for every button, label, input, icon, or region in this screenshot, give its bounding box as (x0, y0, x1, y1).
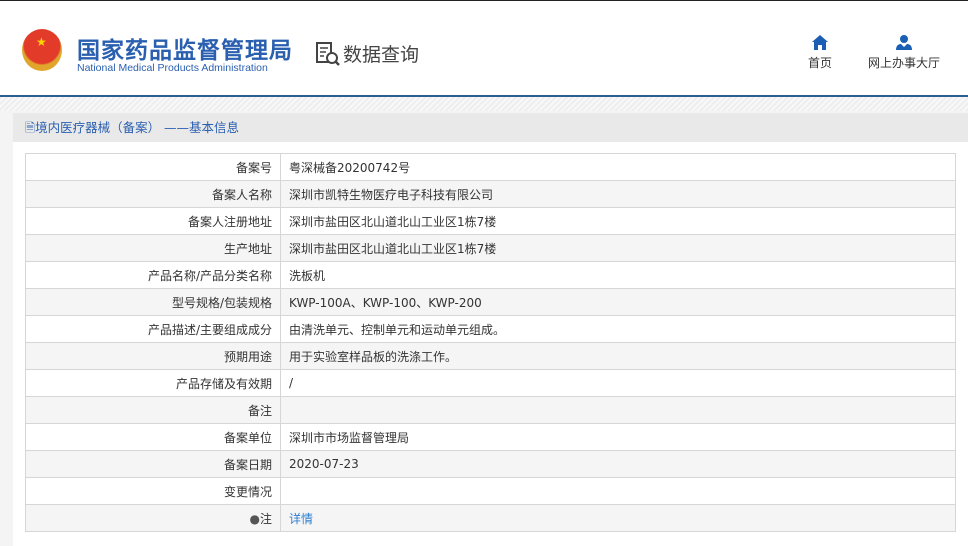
row-value: 详情 (280, 504, 956, 532)
national-emblem-logo: ★ (22, 29, 62, 71)
row-label: 备注 (25, 396, 281, 424)
row-label-text: 注 (259, 511, 272, 526)
home-icon (812, 35, 828, 50)
table-row: 备案号 粤深械备20200742号 (25, 153, 956, 181)
row-label-text: 生产地址 (223, 241, 272, 256)
table-row: 产品存储及有效期 / (25, 369, 956, 397)
data-query-heading: 数据查询 (315, 40, 419, 67)
table-row: 变更情况 (25, 477, 956, 505)
row-value-text: 由清洗单元、控制单元和运动单元组成。 (289, 322, 506, 337)
nav-home-label: 首页 (808, 56, 833, 70)
row-value-text: / (289, 376, 294, 390)
row-label-text: 备案号 (235, 160, 272, 175)
table-row: 备案单位 深圳市市场监督管理局 (25, 423, 956, 451)
row-value: 粤深械备20200742号 (280, 153, 956, 181)
row-label-text: 备案单位 (223, 430, 272, 445)
row-value: 深圳市凯特生物医疗电子科技有限公司 (280, 180, 956, 208)
table-row: 备注 (25, 396, 956, 424)
detail-panel: 🗎境内医疗器械（备案） ——基本信息 备案号 粤深械备20200742号备案人名称… (13, 113, 968, 546)
site-header: ★ 国家药品监督管理局 National Medical Products Ad… (0, 1, 968, 97)
table-row: 产品名称/产品分类名称 洗板机 (25, 261, 956, 289)
row-label: 备案号 (25, 153, 281, 181)
nav-home[interactable]: 首页 (808, 35, 832, 71)
table-row: 型号规格/包装规格 KWP-100A、KWP-100、KWP-200 (25, 288, 956, 316)
row-value-text: 2020-07-23 (289, 457, 359, 471)
row-label: 型号规格/包装规格 (25, 288, 281, 316)
row-label-text: 产品名称/产品分类名称 (147, 268, 272, 283)
row-value: 深圳市盐田区北山道北山工业区1栋7楼 (280, 234, 956, 262)
site-title-en: National Medical Products Administration (77, 62, 268, 74)
detail-table: 备案号 粤深械备20200742号 备案人名称 深圳市凯特生物医疗电子科技有限公司 备案… (25, 153, 956, 532)
row-value: 深圳市盐田区北山道北山工业区1栋7楼 (280, 207, 956, 235)
document-search-icon (316, 41, 340, 66)
row-value: 2020-07-23 (280, 450, 956, 478)
table-row: 预期用途 用于实验室样品板的洗涤工作。 (25, 342, 956, 370)
row-value: 洗板机 (280, 261, 956, 289)
table-row: ●注 详情 (25, 504, 956, 532)
row-label: 产品描述/主要组成成分 (25, 315, 281, 343)
row-label-text: 产品存储及有效期 (175, 376, 272, 391)
panel-title: 🗎境内医疗器械（备案） ——基本信息 (13, 113, 968, 142)
row-label: 备案人注册地址 (25, 207, 281, 235)
row-value (280, 396, 956, 424)
user-icon (896, 35, 912, 50)
table-row: 备案人名称 深圳市凯特生物医疗电子科技有限公司 (25, 180, 956, 208)
row-value-text: 粤深械备20200742号 (289, 160, 411, 175)
pin-icon: ● (249, 511, 260, 526)
table-row: 生产地址 深圳市盐田区北山道北山工业区1栋7楼 (25, 234, 956, 262)
row-label: 预期用途 (25, 342, 281, 370)
nav-online-hall-label: 网上办事大厅 (868, 56, 941, 70)
row-value: KWP-100A、KWP-100、KWP-200 (280, 288, 956, 316)
row-value: / (280, 369, 956, 397)
row-value-text: 深圳市盐田区北山道北山工业区1栋7楼 (289, 214, 497, 229)
row-label-text: 预期用途 (223, 349, 272, 364)
row-label-text: 产品描述/主要组成成分 (147, 322, 272, 337)
row-label: 备案日期 (25, 450, 281, 478)
row-value-text: KWP-100A、KWP-100、KWP-200 (289, 295, 482, 310)
row-label: 备案单位 (25, 423, 281, 451)
row-label-text: 备案日期 (223, 457, 272, 472)
table-row: 备案日期 2020-07-23 (25, 450, 956, 478)
row-value-text: 深圳市市场监督管理局 (289, 430, 410, 445)
row-label-text: 型号规格/包装规格 (171, 295, 272, 310)
table-row: 产品描述/主要组成成分 由清洗单元、控制单元和运动单元组成。 (25, 315, 956, 343)
nav-online-hall[interactable]: 网上办事大厅 (868, 35, 940, 71)
row-value: 由清洗单元、控制单元和运动单元组成。 (280, 315, 956, 343)
row-label: 备案人名称 (25, 180, 281, 208)
row-label: 产品名称/产品分类名称 (25, 261, 281, 289)
row-value-text: 洗板机 (289, 268, 326, 283)
data-query-label: 数据查询 (343, 44, 420, 66)
row-value: 用于实验室样品板的洗涤工作。 (280, 342, 956, 370)
row-label-text: 备案人名称 (211, 187, 272, 202)
document-icon: 🗎 (25, 120, 36, 135)
row-label-text: 变更情况 (223, 484, 272, 499)
row-value-text: 深圳市盐田区北山道北山工业区1栋7楼 (289, 241, 497, 256)
panel-title-text: 境内医疗器械（备案） ——基本信息 (35, 120, 240, 135)
row-value: 深圳市市场监督管理局 (280, 423, 956, 451)
row-label: 变更情况 (25, 477, 281, 505)
table-row: 备案人注册地址 深圳市盐田区北山道北山工业区1栋7楼 (25, 207, 956, 235)
site-title-cn[interactable]: 国家药品监督管理局 (77, 31, 293, 65)
details-link[interactable]: 详情 (289, 512, 313, 526)
row-label-text: 备注 (247, 403, 272, 418)
header-stripe (0, 97, 968, 111)
row-value-text: 用于实验室样品板的洗涤工作。 (289, 349, 458, 364)
row-label-text: 备案人注册地址 (187, 214, 272, 229)
row-label: 生产地址 (25, 234, 281, 262)
row-label: ●注 (25, 504, 281, 532)
row-value-text: 深圳市凯特生物医疗电子科技有限公司 (289, 187, 494, 202)
row-label: 产品存储及有效期 (25, 369, 281, 397)
row-value (280, 477, 956, 505)
